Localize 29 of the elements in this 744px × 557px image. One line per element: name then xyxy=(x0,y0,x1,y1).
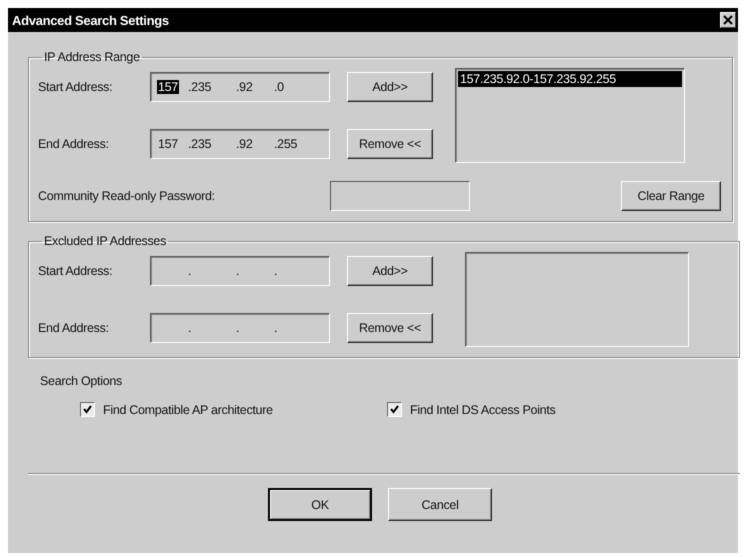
field-label: Start Address: xyxy=(38,264,114,278)
checkbox[interactable] xyxy=(387,402,402,417)
ok-button[interactable]: OK xyxy=(268,488,372,521)
ip-address-field[interactable]: . . . xyxy=(150,313,330,343)
field-label: End Address: xyxy=(38,137,110,151)
checkbox[interactable] xyxy=(80,402,95,417)
window-title: Advanced Search Settings xyxy=(12,12,169,28)
add-button[interactable]: Add>> xyxy=(347,72,433,102)
add-button[interactable]: Add>> xyxy=(347,256,433,286)
address-range-list[interactable]: 157.235.92.0-157.235.92.255 xyxy=(455,68,685,163)
group-title: IP Address Range xyxy=(43,50,141,64)
remove-button[interactable]: Remove << xyxy=(347,129,433,159)
cancel-button[interactable]: Cancel xyxy=(388,488,492,521)
field-label: End Address: xyxy=(38,321,110,335)
remove-button[interactable]: Remove << xyxy=(347,313,433,343)
clear-range-button[interactable]: Clear Range xyxy=(621,181,721,211)
field-label: Community Read-only Password: xyxy=(38,189,216,203)
close-icon xyxy=(723,15,733,25)
close-button[interactable] xyxy=(720,12,736,28)
list-item[interactable]: 157.235.92.0-157.235.92.255 xyxy=(458,71,682,87)
checkbox-label: Find Intel DS Access Points xyxy=(410,402,556,416)
ip-address-field[interactable]: . . . xyxy=(150,256,330,286)
ip-address-field[interactable]: 157 .235 .92 .0 xyxy=(150,72,330,102)
field-label: Start Address: xyxy=(38,80,114,94)
group-title: Excluded IP Addresses xyxy=(43,234,168,248)
group-title: Search Options xyxy=(40,374,122,388)
ip-address-field[interactable]: 157 .235 .92 .255 xyxy=(150,129,330,159)
checkbox-label: Find Compatible AP architecture xyxy=(103,402,273,416)
password-field[interactable] xyxy=(330,181,470,211)
